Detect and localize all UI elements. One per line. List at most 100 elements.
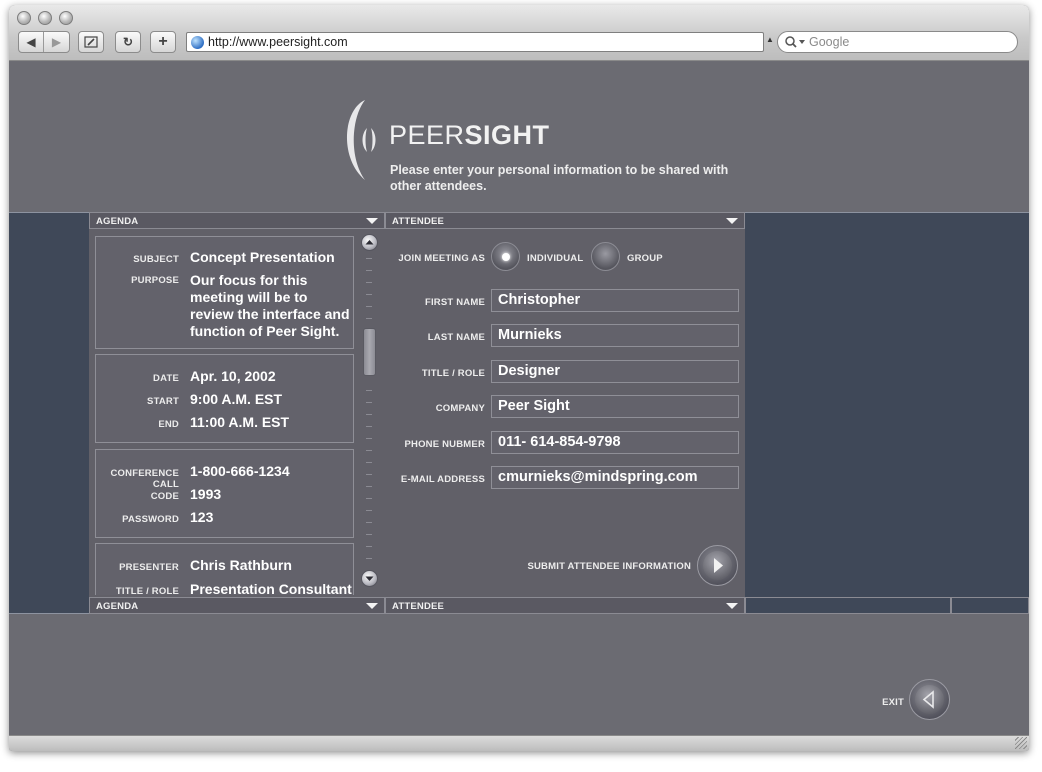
wordmark-light: PEER bbox=[389, 120, 465, 150]
scroll-tick bbox=[366, 450, 372, 451]
scroll-tick bbox=[366, 510, 372, 511]
arrow-down-icon bbox=[365, 576, 374, 581]
group-label: GROUP bbox=[627, 253, 663, 264]
agenda-header-label: AGENDA bbox=[96, 216, 139, 227]
phone-field[interactable]: 011- 614-854-9798 bbox=[491, 431, 739, 454]
code-value: 1993 bbox=[190, 486, 222, 502]
close-window-button[interactable] bbox=[17, 11, 31, 25]
pencil-icon bbox=[84, 36, 98, 48]
back-forward-buttons: ◀ ▶ bbox=[18, 31, 70, 53]
scroll-tick bbox=[366, 318, 372, 319]
agenda-scrollbar[interactable] bbox=[361, 234, 378, 587]
scroll-tick bbox=[366, 546, 372, 547]
globe-icon bbox=[191, 35, 204, 49]
exit-label: EXIT bbox=[882, 697, 904, 708]
first-name-field[interactable]: Christopher bbox=[491, 289, 739, 312]
bookmark-edit-button[interactable] bbox=[78, 31, 104, 53]
purpose-value: Our focus for this meeting will be to re… bbox=[190, 272, 350, 339]
wordmark-bold: SIGHT bbox=[464, 120, 550, 150]
password-label: PASSWORD bbox=[122, 514, 179, 525]
plus-icon: + bbox=[158, 33, 168, 50]
company-field[interactable]: Peer Sight bbox=[491, 395, 739, 418]
page-content: PEERSIGHT Please enter your personal inf… bbox=[9, 62, 1029, 735]
scroll-tick bbox=[366, 270, 372, 271]
date-value: Apr. 10, 2002 bbox=[190, 368, 276, 384]
scroll-tick bbox=[366, 474, 372, 475]
end-value: 11:00 A.M. EST bbox=[190, 414, 290, 430]
group-radio[interactable] bbox=[591, 242, 620, 271]
selected-dot bbox=[502, 253, 510, 261]
add-bookmark-button[interactable]: + bbox=[150, 31, 176, 53]
attendee-header[interactable]: ATTENDEE bbox=[385, 212, 745, 229]
start-label: START bbox=[147, 396, 179, 407]
instructions-text: Please enter your personal information t… bbox=[390, 163, 729, 193]
agenda-collapse-icon[interactable] bbox=[366, 218, 378, 224]
minimize-window-button[interactable] bbox=[38, 11, 52, 25]
last-name-label: LAST NAME bbox=[427, 332, 485, 343]
scroll-tick bbox=[366, 414, 372, 415]
submit-label: SUBMIT ATTENDEE INFORMATION bbox=[527, 561, 691, 572]
arrow-left-icon bbox=[922, 690, 934, 709]
agenda-footer-tab[interactable]: AGENDA bbox=[89, 597, 385, 614]
scroll-tick bbox=[366, 438, 372, 439]
presenter-title-value: Presentation Consultant bbox=[190, 581, 352, 595]
back-arrow-icon: ◀ bbox=[26, 35, 36, 49]
title-role-field[interactable]: Designer bbox=[491, 360, 739, 383]
forward-arrow-icon: ▶ bbox=[51, 35, 62, 49]
company-label: COMPANY bbox=[435, 403, 485, 414]
scroll-tick bbox=[366, 306, 372, 307]
submit-attendee-button[interactable] bbox=[697, 545, 738, 586]
scroll-tick bbox=[366, 402, 372, 403]
attendee-collapse-icon[interactable] bbox=[726, 218, 738, 224]
last-name-field[interactable]: Murnieks bbox=[491, 324, 739, 347]
agenda-panel: AGENDA SUBJECT Concept Presentation PURPO… bbox=[89, 212, 385, 614]
email-label: E-MAIL ADDRESS bbox=[400, 474, 485, 485]
browser-statusbar bbox=[9, 735, 1029, 751]
subject-card: SUBJECT Concept Presentation PURPOSE Our f… bbox=[95, 236, 354, 349]
scroll-tick bbox=[366, 294, 372, 295]
presenter-label: PRESENTER bbox=[119, 562, 179, 573]
scroll-thumb[interactable] bbox=[363, 328, 376, 376]
empty-footer-tab bbox=[951, 597, 1029, 614]
presenter-card: PRESENTER Chris Rathburn TITLE / ROLE Pres… bbox=[95, 543, 354, 595]
scroll-tick bbox=[366, 462, 372, 463]
exit-button-face bbox=[915, 685, 944, 714]
search-field[interactable]: Google bbox=[777, 31, 1018, 53]
attendee-footer-toggle-icon[interactable] bbox=[726, 603, 738, 609]
password-value: 123 bbox=[190, 509, 214, 525]
scroll-tick bbox=[366, 558, 372, 559]
agenda-header[interactable]: AGENDA bbox=[89, 212, 385, 229]
arrow-right-icon bbox=[714, 558, 723, 573]
search-placeholder: Google bbox=[809, 35, 850, 49]
scroll-tick bbox=[366, 390, 372, 391]
exit-button[interactable] bbox=[909, 679, 950, 720]
scroll-tick bbox=[366, 282, 372, 283]
reload-icon: ↻ bbox=[122, 35, 134, 49]
browser-window: ◀ ▶ ↻ + http://www.peersight.com ▲ Googl… bbox=[9, 5, 1029, 751]
subject-label: SUBJECT bbox=[133, 254, 179, 265]
zoom-window-button[interactable] bbox=[59, 11, 73, 25]
resize-grip-icon[interactable] bbox=[1015, 737, 1027, 749]
peersight-header: PEERSIGHT Please enter your personal inf… bbox=[339, 98, 739, 198]
scroll-tick bbox=[366, 258, 372, 259]
join-meeting-label: JOIN MEETING AS bbox=[398, 253, 485, 264]
search-icon bbox=[785, 36, 805, 48]
attendee-footer-tab[interactable]: ATTENDEE bbox=[385, 597, 745, 614]
agenda-footer-toggle-icon[interactable] bbox=[366, 603, 378, 609]
address-dropdown-icon[interactable]: ▲ bbox=[766, 35, 774, 44]
back-button[interactable]: ◀ bbox=[19, 32, 44, 52]
forward-button[interactable]: ▶ bbox=[44, 32, 69, 52]
address-bar[interactable]: http://www.peersight.com bbox=[186, 32, 764, 52]
conference-card: CONFERENCE CALL 1-800-666-1234 CODE 1993 P… bbox=[95, 449, 354, 538]
presenter-value: Chris Rathburn bbox=[190, 557, 292, 573]
individual-label: INDIVIDUAL bbox=[527, 253, 584, 264]
browser-toolbar: ◀ ▶ ↻ + http://www.peersight.com ▲ Googl… bbox=[9, 5, 1029, 61]
email-field[interactable]: cmurnieks@mindspring.com bbox=[491, 466, 739, 489]
reload-button[interactable]: ↻ bbox=[115, 31, 141, 53]
scroll-down-button[interactable] bbox=[361, 570, 378, 587]
agenda-footer-label: AGENDA bbox=[96, 601, 139, 612]
conference-call-value: 1-800-666-1234 bbox=[190, 463, 290, 479]
individual-radio[interactable] bbox=[491, 242, 520, 271]
date-label: DATE bbox=[153, 373, 179, 384]
scroll-up-button[interactable] bbox=[361, 234, 378, 251]
